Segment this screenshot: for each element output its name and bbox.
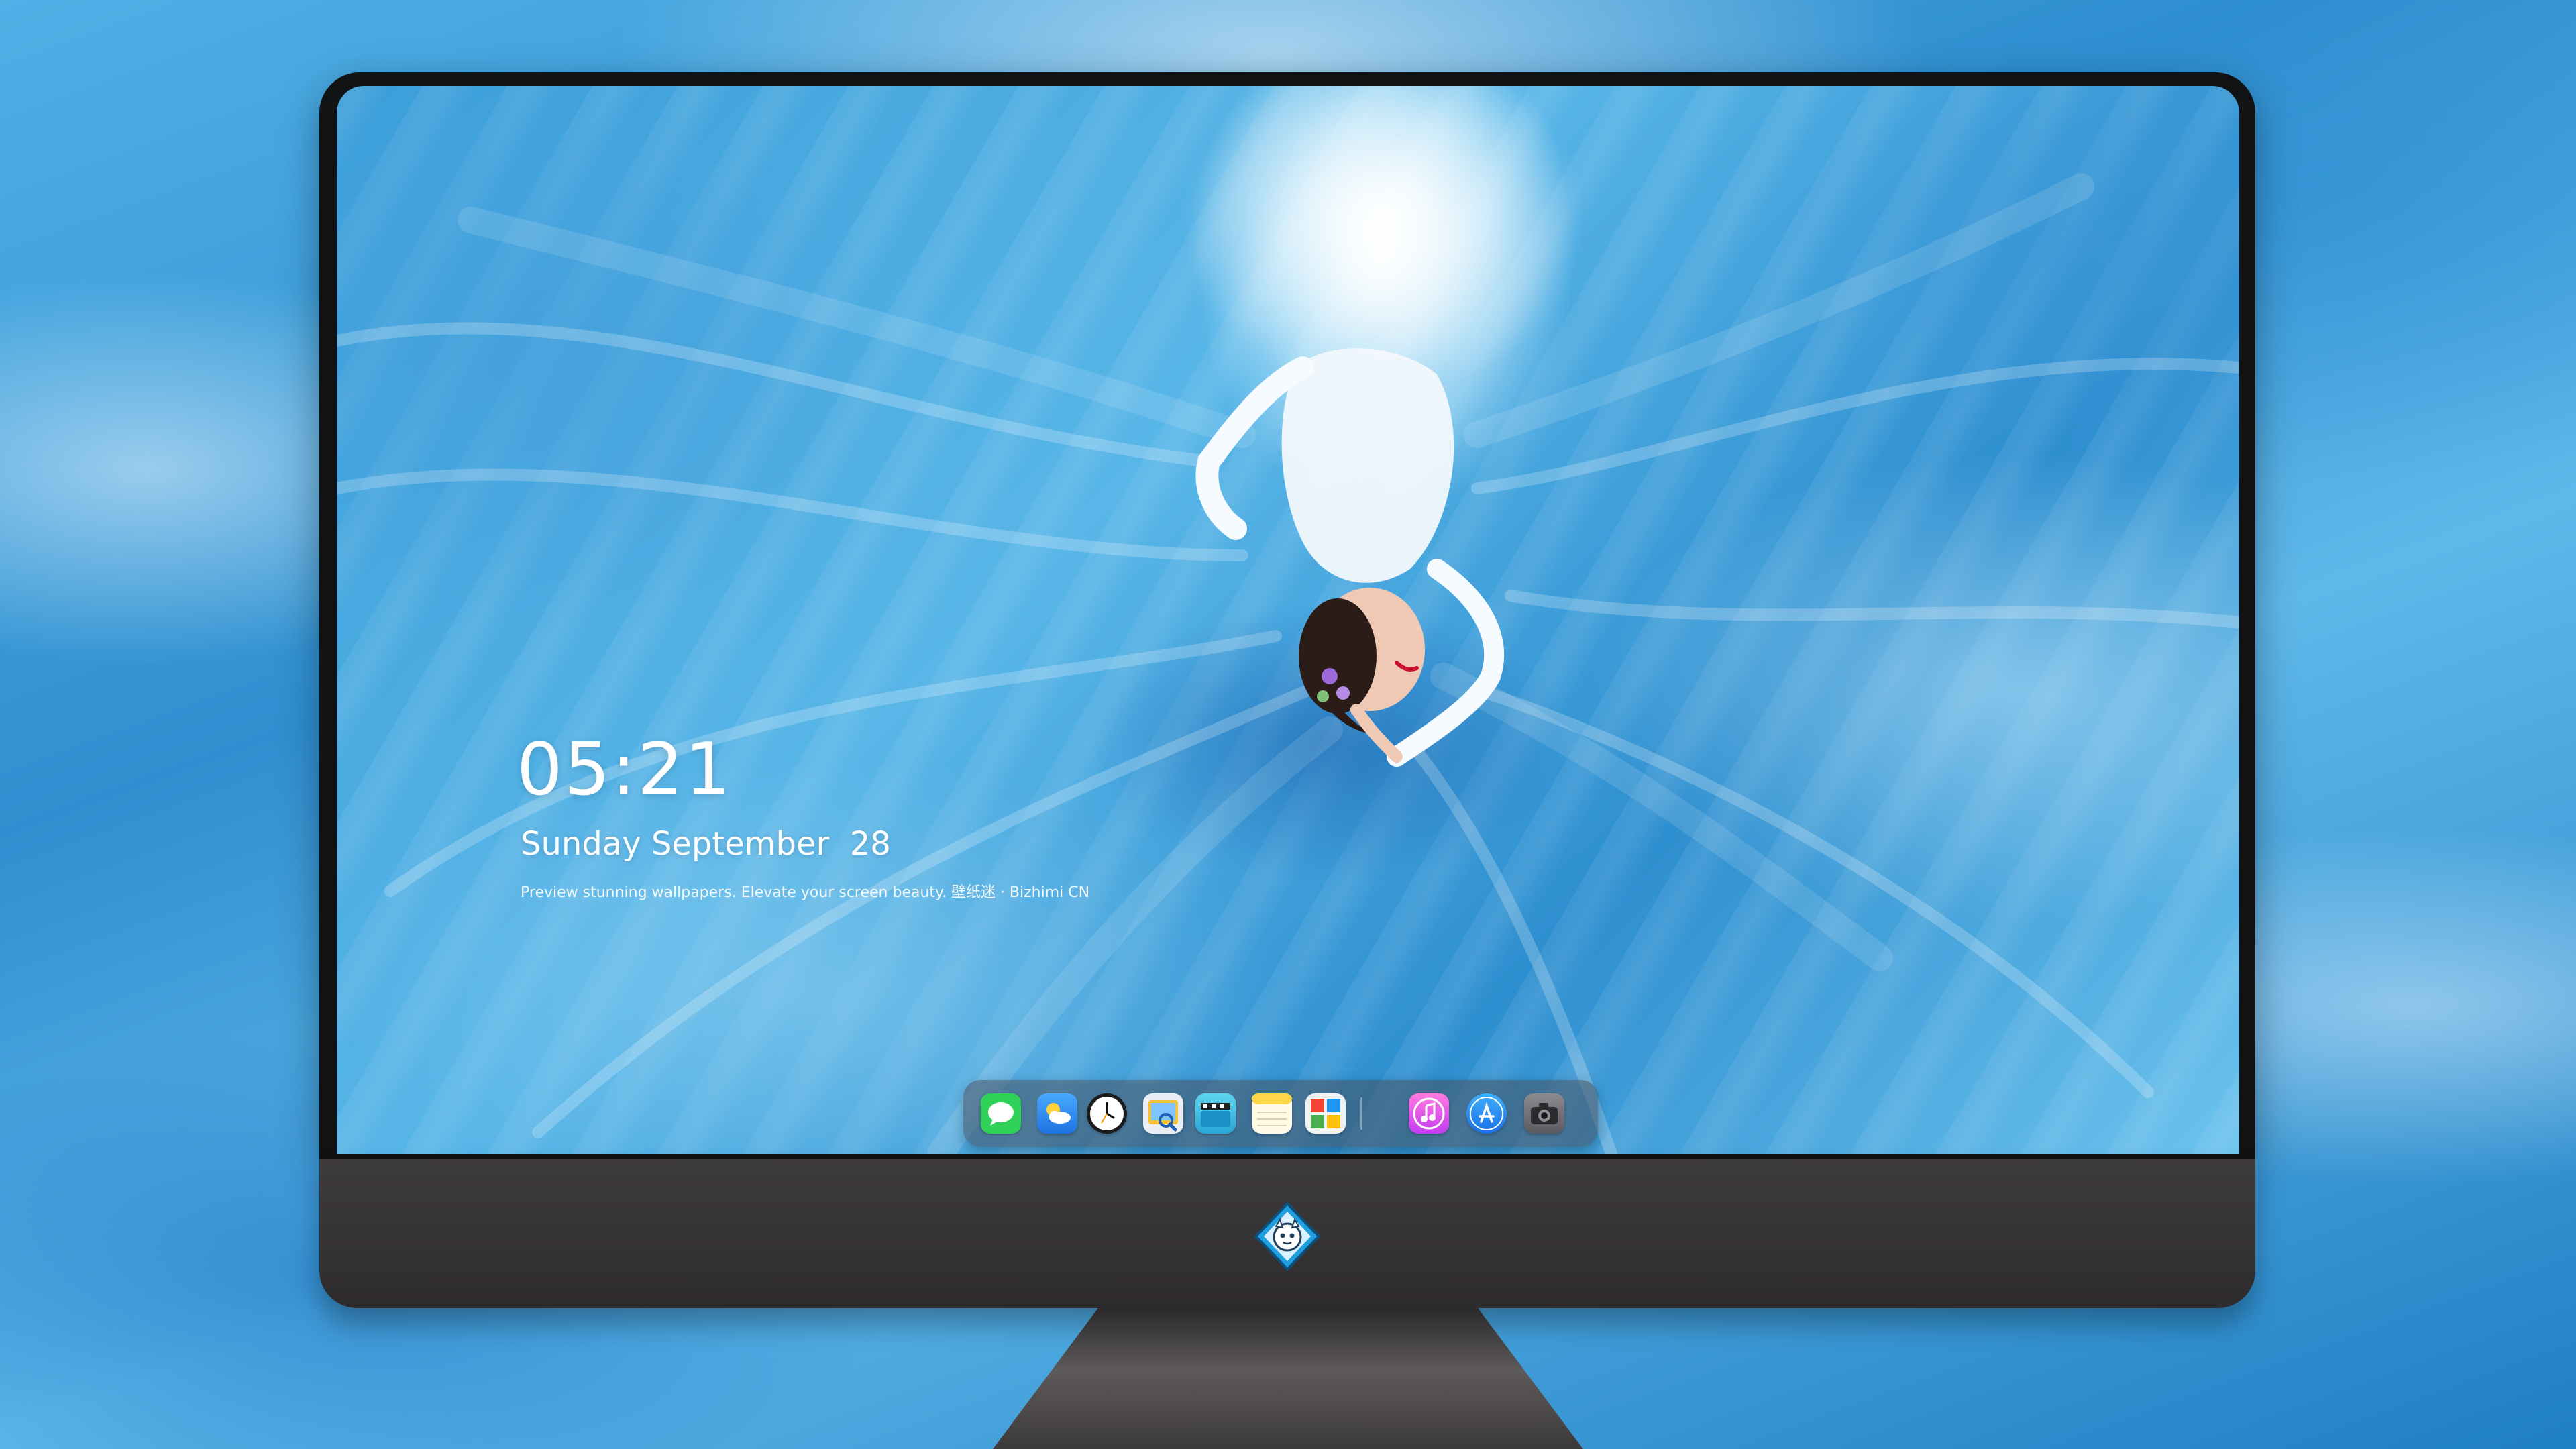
monitor-screen: 05:21 Sunday September 28 Preview stunni… xyxy=(337,86,2239,1154)
weather-icon[interactable] xyxy=(1037,1093,1077,1134)
music-icon[interactable] xyxy=(1409,1093,1449,1134)
app-store-icon[interactable] xyxy=(1466,1093,1507,1134)
desktop-background: 05:21 Sunday September 28 Preview stunni… xyxy=(0,0,2576,1449)
clock-icon[interactable] xyxy=(1087,1093,1127,1134)
wallpaper-tagline: Preview stunning wallpapers. Elevate you… xyxy=(521,884,1090,901)
monitor-stand xyxy=(993,1307,1583,1449)
dock-divider xyxy=(1360,1097,1362,1130)
preview-icon[interactable] xyxy=(1143,1093,1183,1134)
messages-icon[interactable] xyxy=(981,1093,1021,1134)
brand-logo-icon xyxy=(1254,1201,1321,1271)
lock-screen-date: Sunday September 28 xyxy=(521,825,891,863)
notes-icon[interactable] xyxy=(1252,1093,1292,1134)
wallpaper-image xyxy=(337,86,2239,1154)
photo-booth-icon[interactable] xyxy=(1305,1093,1346,1134)
final-cut-icon[interactable] xyxy=(1195,1093,1236,1134)
lock-screen-time: 05:21 xyxy=(517,728,733,812)
dock xyxy=(963,1080,1598,1147)
camera-icon[interactable] xyxy=(1524,1093,1564,1134)
